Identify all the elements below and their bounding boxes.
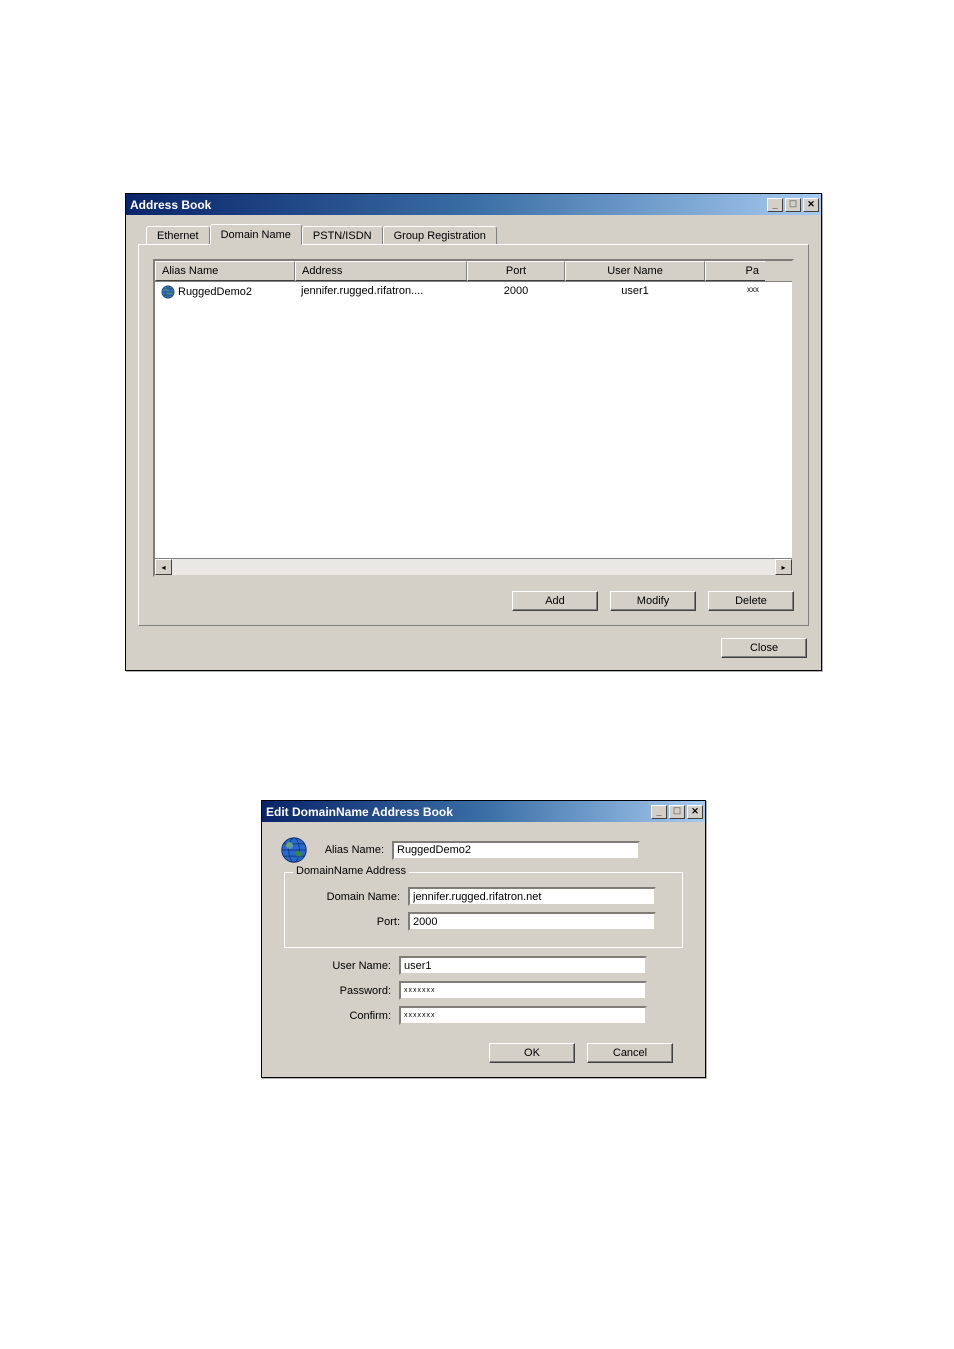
domain-row: Domain Name:: [293, 887, 674, 906]
alias-name-label: Alias Name:: [312, 844, 392, 856]
col-alias-name[interactable]: Alias Name: [155, 261, 295, 281]
confirm-label: Confirm:: [284, 1010, 399, 1022]
minimize-button[interactable]: _: [767, 198, 783, 212]
alias-name-input[interactable]: [392, 841, 640, 860]
globe-icon: [161, 285, 175, 299]
minimize-button[interactable]: _: [651, 805, 667, 819]
list-button-row: Add Modify Delete: [153, 591, 794, 611]
ok-button[interactable]: OK: [489, 1043, 575, 1063]
maximize-button[interactable]: ☐: [669, 805, 685, 819]
domain-address-group: DomainName Address Domain Name: Port:: [284, 872, 683, 948]
user-name-input[interactable]: [399, 956, 647, 975]
group-legend: DomainName Address: [293, 865, 409, 877]
scroll-right-button[interactable]: ▸: [775, 559, 792, 575]
window-controls: _ ☐ ✕: [765, 198, 819, 212]
dialog-button-row: OK Cancel: [274, 1043, 693, 1063]
window-title: Edit DomainName Address Book: [266, 805, 649, 819]
tab-group-registration[interactable]: Group Registration: [383, 226, 497, 246]
scroll-track[interactable]: [172, 559, 775, 575]
cell-alias: RuggedDemo2: [155, 284, 295, 300]
alias-row: Alias Name:: [274, 836, 693, 864]
close-button[interactable]: Close: [721, 638, 807, 658]
port-row: Port:: [293, 912, 674, 931]
address-listview[interactable]: Alias Name Address Port User Name Pa Rug…: [153, 259, 794, 577]
listview-header: Alias Name Address Port User Name Pa: [155, 261, 792, 282]
cell-address: jennifer.rugged.rifatron....: [295, 284, 467, 300]
confirm-row: Confirm:: [284, 1006, 683, 1025]
titlebar[interactable]: Edit DomainName Address Book _ ☐ ✕: [262, 801, 705, 822]
close-window-button[interactable]: ✕: [687, 805, 703, 819]
maximize-button[interactable]: ☐: [785, 198, 801, 212]
port-label: Port:: [293, 916, 408, 928]
address-book-window: Address Book _ ☐ ✕ Ethernet Domain Name …: [125, 193, 822, 671]
window-body: Ethernet Domain Name PSTN/ISDN Group Reg…: [126, 215, 821, 670]
cell-user: user1: [565, 284, 705, 300]
cell-alias-text: RuggedDemo2: [178, 286, 252, 298]
edit-domain-dialog: Edit DomainName Address Book _ ☐ ✕ Alias…: [261, 800, 706, 1078]
close-window-button[interactable]: ✕: [803, 198, 819, 212]
tab-ethernet[interactable]: Ethernet: [146, 226, 210, 246]
col-address[interactable]: Address: [295, 261, 467, 281]
add-button[interactable]: Add: [512, 591, 598, 611]
horizontal-scrollbar[interactable]: ◂ ▸: [155, 558, 792, 575]
cell-pass: xxx: [705, 284, 765, 300]
dialog-body: Alias Name: DomainName Address Domain Na…: [262, 822, 705, 1077]
tab-pstn-isdn[interactable]: PSTN/ISDN: [302, 226, 383, 246]
cell-port: 2000: [467, 284, 565, 300]
domain-name-input[interactable]: [408, 887, 656, 906]
close-row: Close: [138, 638, 809, 658]
table-row[interactable]: RuggedDemo2 jennifer.rugged.rifatron....…: [155, 282, 792, 302]
password-row: Password:: [284, 981, 683, 1000]
password-label: Password:: [284, 985, 399, 997]
username-row: User Name:: [284, 956, 683, 975]
window-controls: _ ☐ ✕: [649, 805, 703, 819]
col-user-name[interactable]: User Name: [565, 261, 705, 281]
scroll-left-button[interactable]: ◂: [155, 559, 172, 575]
tab-panel: Alias Name Address Port User Name Pa Rug…: [138, 244, 809, 626]
tab-row: Ethernet Domain Name PSTN/ISDN Group Reg…: [138, 225, 809, 245]
delete-button[interactable]: Delete: [708, 591, 794, 611]
port-input[interactable]: [408, 912, 656, 931]
password-input[interactable]: [399, 981, 647, 1000]
modify-button[interactable]: Modify: [610, 591, 696, 611]
globe-icon: [280, 836, 308, 864]
window-title: Address Book: [130, 198, 765, 212]
titlebar[interactable]: Address Book _ ☐ ✕: [126, 194, 821, 215]
cancel-button[interactable]: Cancel: [587, 1043, 673, 1063]
domain-name-label: Domain Name:: [293, 891, 408, 903]
col-port[interactable]: Port: [467, 261, 565, 281]
confirm-input[interactable]: [399, 1006, 647, 1025]
tab-domain-name[interactable]: Domain Name: [210, 224, 302, 245]
col-password[interactable]: Pa: [705, 261, 765, 281]
user-name-label: User Name:: [284, 960, 399, 972]
